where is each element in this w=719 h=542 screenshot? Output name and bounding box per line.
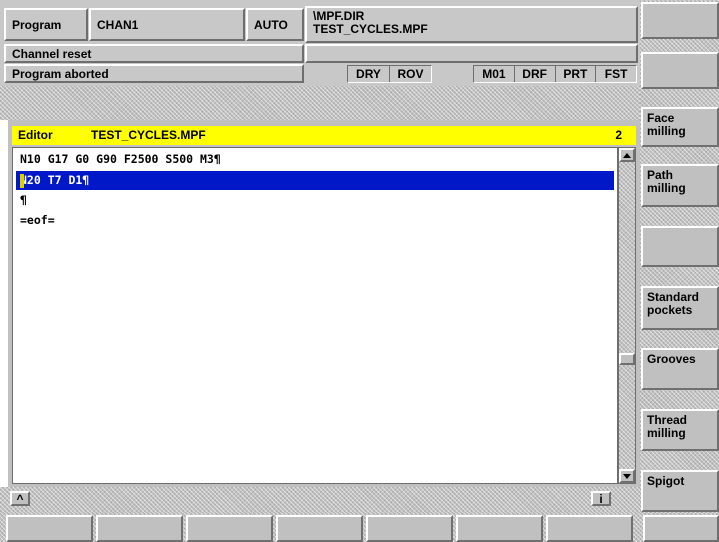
vertical-softkey-1[interactable] [641,2,719,39]
thread-milling-softkey[interactable]: Thread milling [641,409,719,451]
program-path: \MPF.DIR TEST_CYCLES.MPF [305,6,638,43]
flag-fst: FST [604,67,628,81]
editor-filename: TEST_CYCLES.MPF [91,128,206,142]
flag-drf: DRF [515,66,556,82]
channel-status: Channel reset [4,44,304,63]
arrow-up-icon [623,152,631,158]
flag-rov: ROV [397,67,424,81]
code-line[interactable]: =eof= [16,211,614,230]
editor-window: Editor TEST_CYCLES.MPF 2 N10 G17 G0 G90 … [8,120,640,487]
info-button[interactable]: i [591,491,611,506]
horizontal-softkey-6[interactable] [456,515,543,542]
status-bar: ^ i [0,487,640,513]
vertical-softkey-5[interactable] [641,226,719,267]
flag-prt: PRT [556,66,597,82]
horizontal-softkey-5[interactable] [366,515,453,542]
scroll-up-button[interactable] [619,148,635,162]
channel-message [305,44,638,63]
path-milling-softkey[interactable]: Path milling [641,164,719,207]
channel-name: CHAN1 [89,8,245,41]
horizontal-softkey-1[interactable] [6,515,93,542]
flag-dry: DRY [348,66,390,82]
recall-button[interactable]: ^ [10,491,30,506]
flags-right-group: M01 DRF PRT FST [473,65,637,83]
editor-number: 2 [615,128,622,142]
program-filename: TEST_CYCLES.MPF [313,22,428,36]
horizontal-softkey-8[interactable] [643,515,719,542]
horizontal-softkey-2[interactable] [96,515,183,542]
face-milling-softkey[interactable]: Face milling [641,107,719,147]
horizontal-softkey-3[interactable] [186,515,273,542]
scroll-thumb[interactable] [619,353,635,365]
code-line[interactable]: ¶ [16,191,614,210]
editor-text-area[interactable]: N10 G17 G0 G90 F2500 S500 M3¶ N20 T7 D1¶… [12,147,618,484]
spigot-softkey[interactable]: Spigot [641,470,719,512]
arrow-down-icon [623,473,631,479]
editor-scrollbar[interactable] [618,147,636,484]
program-status: Program aborted [4,64,304,83]
operating-mode: AUTO [246,8,304,41]
text-cursor [20,174,24,188]
caret-up-icon: ^ [16,491,24,506]
header-separator [0,86,640,120]
horizontal-softkey-7[interactable] [546,515,633,542]
horizontal-softkey-4[interactable] [276,515,363,542]
program-label: Program [4,8,88,41]
scroll-down-button[interactable] [619,469,635,483]
flags-left-group: DRY ROV [347,65,432,83]
code-line-selected[interactable]: N20 T7 D1¶ [16,171,614,190]
code-line[interactable]: N10 G17 G0 G90 F2500 S500 M3¶ [16,150,614,169]
grooves-softkey[interactable]: Grooves [641,348,719,390]
vertical-softkey-2[interactable] [641,52,719,89]
editor-title-bar: Editor TEST_CYCLES.MPF 2 [12,126,636,145]
standard-pockets-softkey[interactable]: Standard pockets [641,286,719,330]
flag-m01: M01 [474,66,515,82]
editor-title: Editor [18,128,53,142]
info-icon: i [599,491,603,506]
